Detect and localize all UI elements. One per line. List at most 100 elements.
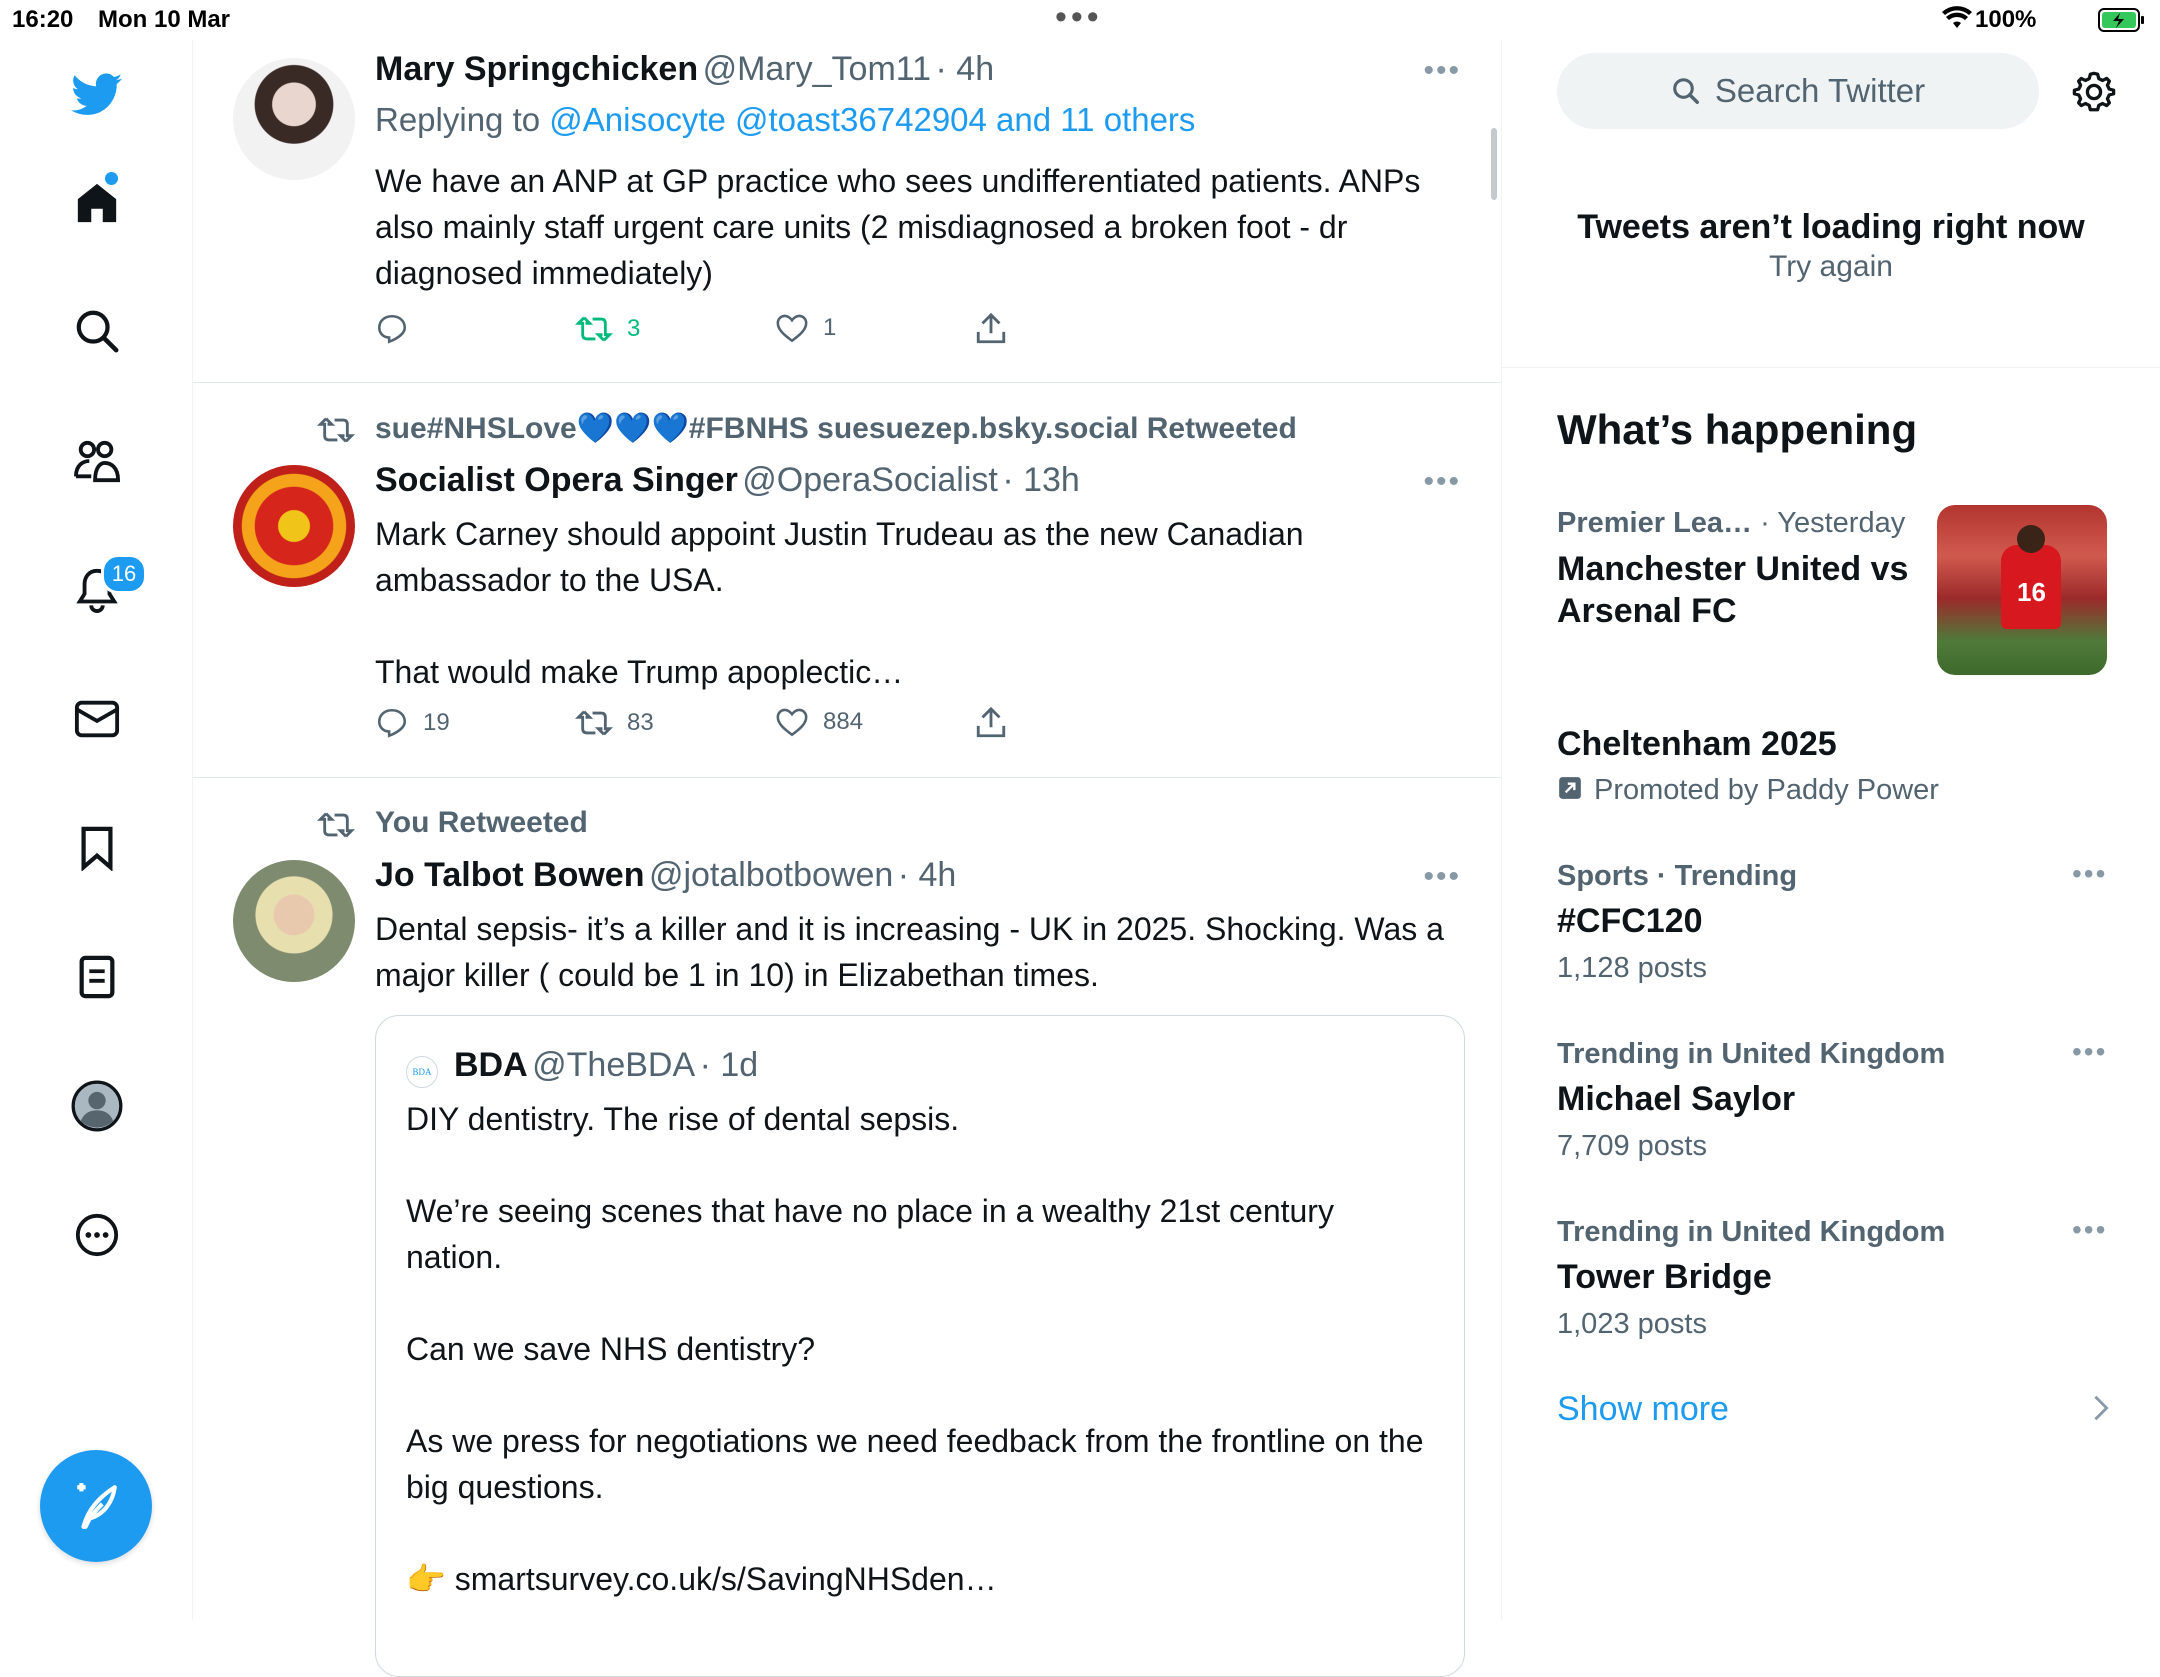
reply-button[interactable]	[375, 312, 423, 346]
like-button[interactable]: 1	[775, 312, 836, 344]
like-count: 1	[823, 314, 837, 341]
trend-title: #CFC120	[1557, 902, 1703, 940]
search-icon[interactable]	[62, 296, 132, 366]
more-options-icon[interactable]: •••	[1423, 54, 1461, 88]
twitter-logo-icon[interactable]	[62, 60, 132, 130]
more-options-icon[interactable]: •••	[2072, 858, 2107, 890]
search-icon	[1673, 78, 1699, 104]
replying-users[interactable]: @Anisocyte @toast36742904 and 11 others	[549, 101, 1195, 138]
divider	[1502, 367, 2160, 368]
retweet-icon	[575, 316, 613, 342]
more-options-icon[interactable]: •••	[2072, 1214, 2107, 1246]
like-count: 884	[823, 708, 864, 735]
search-placeholder: Search Twitter	[1714, 72, 1926, 109]
quote-header: BDA @TheBDA · 1d	[454, 1046, 758, 1085]
more-options-icon[interactable]: •••	[1423, 860, 1461, 894]
show-more-link[interactable]: Show more	[1557, 1390, 1729, 1429]
more-options-icon[interactable]: •••	[1423, 465, 1461, 499]
quote-tweet[interactable]: BDA BDA @TheBDA · 1d DIY dentistry. The …	[375, 1015, 1465, 1677]
tweet-2[interactable]: sue#NHSLove💙💙💙#FBNHS suesuezep.bsky.soci…	[193, 383, 1501, 778]
bookmark-icon[interactable]	[62, 813, 132, 883]
profile-icon[interactable]	[62, 1071, 132, 1141]
reply-icon	[377, 708, 407, 738]
communities-icon[interactable]	[62, 426, 132, 496]
quote-author-name[interactable]: BDA	[454, 1046, 528, 1084]
compose-icon[interactable]	[40, 1450, 152, 1562]
right-column: Search Twitter Tweets aren’t loading rig…	[1502, 40, 2160, 1620]
share-icon	[976, 706, 1006, 738]
trend-title: Michael Saylor	[1557, 1080, 1796, 1118]
retweeted-by[interactable]: You Retweeted	[375, 806, 588, 840]
author-handle[interactable]: @OperaSocialist	[742, 461, 998, 499]
mail-icon[interactable]	[62, 684, 132, 754]
reply-count: 19	[423, 709, 450, 736]
author-handle[interactable]: @Mary_Tom11	[703, 50, 932, 88]
like-button[interactable]: 884	[775, 706, 863, 738]
tweet-1[interactable]: Mary Springchicken @Mary_Tom11 · 4h ••• …	[193, 40, 1501, 383]
retweet-button[interactable]: 83	[575, 706, 654, 740]
quote-author-handle[interactable]: @TheBDA	[532, 1046, 695, 1084]
bda-logo: BDA	[406, 1056, 438, 1088]
wifi-icon	[1942, 6, 1972, 37]
more-options-icon[interactable]: •••	[2072, 1036, 2107, 1068]
chevron-right-icon[interactable]	[2092, 1394, 2110, 1427]
trend-title: Tower Bridge	[1557, 1258, 1772, 1296]
multitasking-dots-icon[interactable]: •••	[1055, 0, 1103, 37]
gear-icon[interactable]	[2072, 70, 2116, 119]
author-name[interactable]: Mary Springchicken	[375, 50, 698, 88]
retweet-icon	[317, 812, 355, 838]
avatar[interactable]	[233, 465, 355, 587]
author-name[interactable]: Jo Talbot Bowen	[375, 856, 644, 894]
tweet-header: Mary Springchicken @Mary_Tom11 · 4h	[375, 50, 994, 89]
status-time: 16:20	[12, 6, 74, 33]
avatar[interactable]	[233, 58, 355, 180]
search-input[interactable]: Search Twitter	[1557, 53, 2039, 129]
retweet-button[interactable]: 3	[575, 312, 640, 346]
share-button[interactable]	[975, 706, 1007, 740]
retweet-icon	[317, 417, 355, 443]
whats-happening-heading: What’s happening	[1557, 406, 1918, 453]
tweet-actions: 3 1	[375, 312, 1075, 356]
trend-title: Manchester United vs Arsenal FC	[1557, 550, 1909, 630]
quote-time[interactable]: · 1d	[700, 1046, 759, 1084]
more-circle-icon[interactable]	[62, 1200, 132, 1270]
try-again-button[interactable]: Try again	[1502, 250, 2160, 284]
retweeted-by[interactable]: sue#NHSLove💙💙💙#FBNHS suesuezep.bsky.soci…	[375, 411, 1297, 446]
tweet-header: Jo Talbot Bowen @jotalbotbowen · 4h	[375, 856, 956, 895]
status-bar: 16:20 Mon 10 Mar ••• 100%	[0, 0, 2160, 40]
timeline[interactable]: Mary Springchicken @Mary_Tom11 · 4h ••• …	[193, 40, 1502, 1677]
author-name[interactable]: Socialist Opera Singer	[375, 461, 738, 499]
tweet-text: Dental sepsis- it’s a killer and it is i…	[375, 911, 1453, 993]
reply-icon	[377, 314, 407, 344]
reply-button[interactable]: 19	[375, 706, 450, 740]
tweet-header: Socialist Opera Singer @OperaSocialist ·…	[375, 461, 1080, 500]
home-unread-dot	[105, 172, 118, 185]
retweet-icon	[575, 710, 613, 736]
share-button[interactable]	[975, 312, 1007, 346]
retweet-count: 83	[627, 709, 654, 736]
tweet-time[interactable]: · 4h	[936, 50, 995, 88]
replying-to: Replying to @Anisocyte @toast36742904 an…	[375, 101, 1195, 139]
tweet-time[interactable]: · 4h	[898, 856, 957, 894]
trend-category: Premier Lea…	[1557, 507, 1753, 539]
promoted-label: Promoted by Paddy Power	[1594, 774, 1939, 806]
trend-image: 16	[1937, 505, 2107, 675]
share-icon	[976, 312, 1006, 344]
author-handle[interactable]: @jotalbotbowen	[649, 856, 893, 894]
sidebar-nav: 16	[0, 40, 193, 1620]
like-icon	[776, 708, 808, 737]
trend-category: Trending in United Kingdom	[1557, 1038, 1946, 1070]
tweet-text: Mark Carney should appoint Justin Trudea…	[375, 516, 1304, 690]
lists-icon[interactable]	[62, 942, 132, 1012]
shirt-number: 16	[2017, 577, 2046, 607]
promoted-icon	[1557, 775, 1583, 809]
tweet-text: We have an ANP at GP practice who sees u…	[375, 163, 1430, 291]
trend-post-count: 1,128 posts	[1557, 952, 1707, 984]
trend-time: · Yesterday	[1760, 507, 1906, 539]
trend-post-count: 1,023 posts	[1557, 1308, 1707, 1340]
tweets-error-title: Tweets aren’t loading right now	[1577, 208, 2085, 246]
avatar[interactable]	[233, 860, 355, 982]
tweet-time[interactable]: · 13h	[1002, 461, 1080, 499]
home-icon[interactable]	[62, 168, 132, 238]
trend-post-count: 7,709 posts	[1557, 1130, 1707, 1162]
